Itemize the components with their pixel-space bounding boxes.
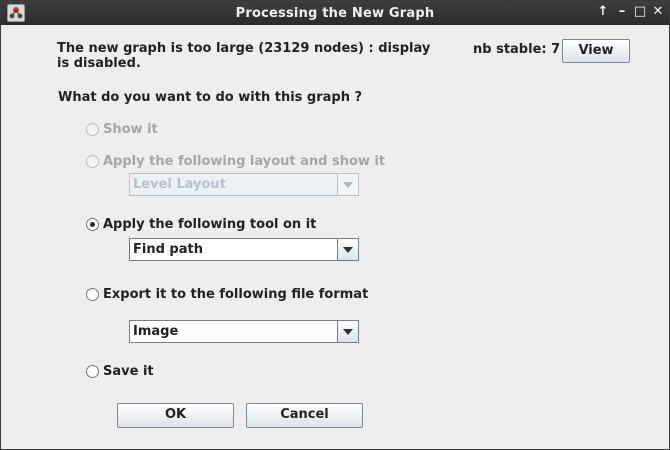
format-select-value: Image [133, 324, 179, 339]
maximize-icon[interactable]: □ [632, 4, 648, 20]
chevron-down-icon[interactable] [337, 239, 358, 260]
dialog-window: Processing the New Graph ↑ – □ ✕ The new… [0, 0, 670, 450]
option-label-apply-tool: Apply the following tool on it [103, 217, 317, 232]
tool-select[interactable]: Find path [129, 238, 359, 261]
radio-export[interactable] [86, 288, 99, 301]
option-label-apply-layout: Apply the following layout and show it [103, 154, 386, 169]
format-select[interactable]: Image [129, 320, 359, 343]
chevron-down-icon[interactable] [337, 321, 358, 342]
up-arrow-icon[interactable]: ↑ [595, 4, 611, 20]
ok-button[interactable]: OK [117, 403, 234, 428]
radio-save-it[interactable] [86, 365, 99, 378]
option-label-save-it: Save it [103, 364, 154, 379]
tool-select-value: Find path [133, 242, 203, 257]
cancel-button[interactable]: Cancel [246, 403, 363, 428]
radio-apply-layout[interactable] [86, 155, 99, 168]
view-button[interactable]: View [562, 39, 630, 63]
nb-stable-label: nb stable: 7 [473, 42, 561, 57]
radio-show-it[interactable] [86, 123, 99, 136]
minimize-icon[interactable]: – [614, 4, 630, 20]
title-bar[interactable]: Processing the New Graph ↑ – □ ✕ [1, 1, 669, 25]
radio-apply-tool[interactable] [86, 218, 99, 231]
layout-select[interactable]: Level Layout [129, 173, 359, 196]
option-label-export: Export it to the following file format [103, 287, 369, 302]
size-warning-message: The new graph is too large (23129 nodes)… [57, 41, 431, 71]
window-title: Processing the New Graph [235, 6, 435, 21]
layout-select-value: Level Layout [133, 177, 226, 192]
close-icon[interactable]: ✕ [650, 4, 666, 20]
option-label-show-it: Show it [103, 122, 158, 137]
chevron-down-icon[interactable] [337, 174, 358, 195]
question-label: What do you want to do with this graph ? [58, 90, 363, 105]
